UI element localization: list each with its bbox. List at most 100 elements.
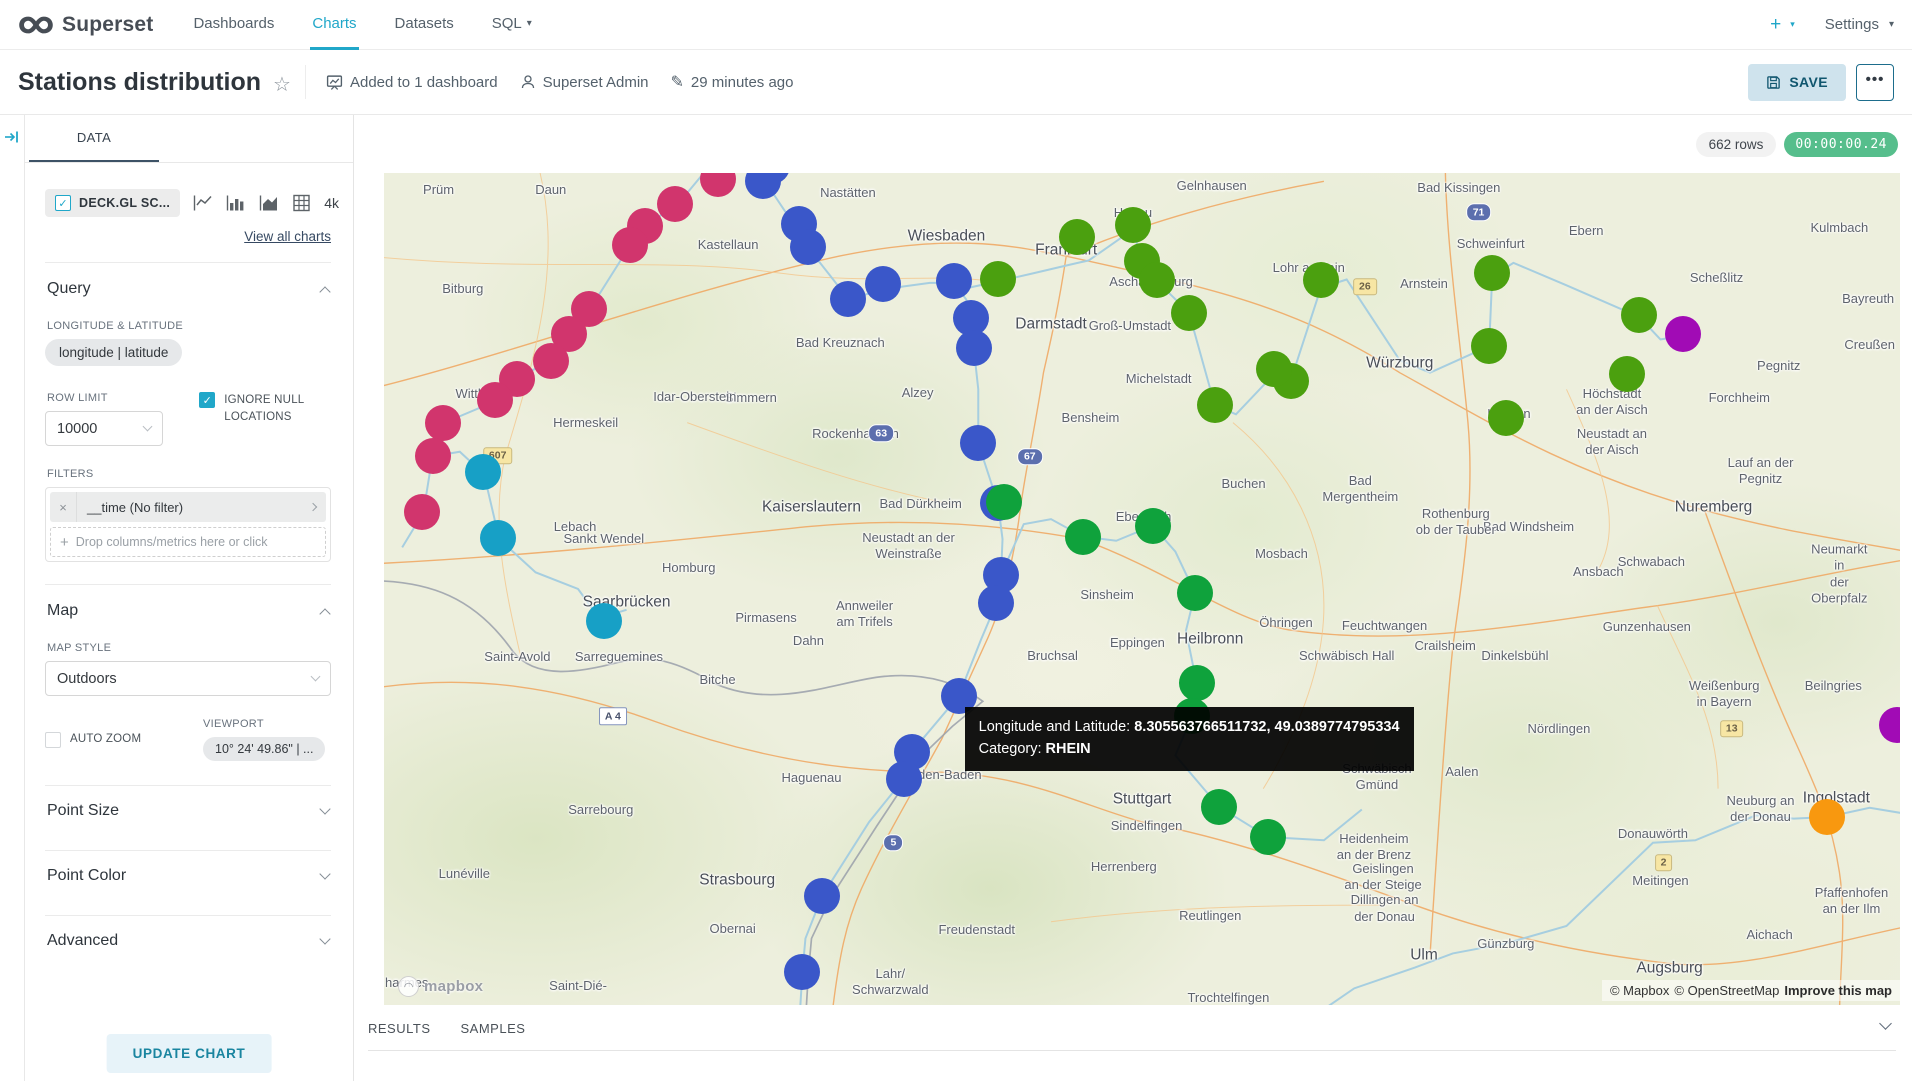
mapbox-logo[interactable]: ◠ mapbox [398,976,483,997]
improve-map-link[interactable]: Improve this map [1784,983,1892,998]
section-point-color-header[interactable]: Point Color [45,851,331,901]
update-chart-button[interactable]: UPDATE CHART [107,1034,272,1073]
map-point-blue[interactable] [960,425,996,461]
viz-4k-option[interactable]: 4k [324,195,339,211]
viz-type-chip[interactable]: ✓ DECK.GL SC... [45,189,180,217]
osm-attribution-link[interactable]: © OpenStreetMap [1674,983,1779,998]
map-point-blue[interactable] [830,281,866,317]
map-point-pink[interactable] [657,186,693,222]
map-point-blue[interactable] [978,585,1014,621]
tab-samples[interactable]: SAMPLES [461,1021,526,1036]
section-advanced-header[interactable]: Advanced [45,916,331,966]
section-map-header[interactable]: Map [45,585,331,620]
map-point-green[interactable] [986,484,1022,520]
map-point-lime[interactable] [1621,297,1657,333]
map-point-blue[interactable] [936,263,972,299]
nav-item-charts[interactable]: Charts [310,0,358,50]
map-point-lime[interactable] [1139,262,1175,298]
map-point-cyan[interactable] [480,520,516,556]
map-point-pink[interactable] [477,382,513,418]
viewport-value-chip[interactable]: 10° 24' 49.86" | ... [203,737,325,761]
area-chart-icon[interactable] [259,194,279,212]
nav-item-sql-label: SQL [492,15,522,32]
map-point-lime[interactable] [1609,356,1645,392]
map-point-blue[interactable] [886,761,922,797]
new-item-button[interactable]: + ▾ [1770,14,1795,36]
map-style-value: Outdoors [57,671,117,687]
control-panel: DATA ✓ DECK.GL SC... [25,115,354,1081]
remove-filter-icon[interactable]: × [50,492,77,522]
pie-chart-icon[interactable] [352,194,353,213]
filter-chip-time[interactable]: × __time (No filter) [50,492,326,522]
nav-item-dashboards[interactable]: Dashboards [191,0,276,50]
table-icon[interactable] [292,194,311,212]
row-limit-select[interactable]: 10000 [45,411,163,446]
map-style-select[interactable]: Outdoors [45,661,331,696]
section-point-size-title: Point Size [47,802,119,820]
map-tooltip: Longitude and Latitude: 8.30556376651173… [965,707,1414,771]
map-point-lime[interactable] [1256,351,1292,387]
section-point-size-header[interactable]: Point Size [45,786,331,836]
expand-panel-icon[interactable] [4,129,20,145]
map-point-lime[interactable] [1474,255,1510,291]
ignore-null-checkbox[interactable]: ✓ [199,392,215,408]
map-point-purple[interactable] [1665,316,1701,352]
map-point-pink[interactable] [612,227,648,263]
collapse-results-chevron[interactable] [1881,1019,1890,1037]
map-point-lime[interactable] [1059,219,1095,255]
bar-chart-icon[interactable] [226,194,246,212]
auto-zoom-checkbox[interactable] [45,732,61,748]
save-button[interactable]: SAVE [1748,64,1846,101]
map-point-cyan[interactable] [586,603,622,639]
control-panel-scroll[interactable]: ✓ DECK.GL SC... [25,163,353,1081]
favorite-star-icon[interactable]: ☆ [273,72,291,97]
viewport-label: VIEWPORT [203,718,325,730]
map-point-pink[interactable] [533,343,569,379]
tab-data[interactable]: DATA [29,115,159,162]
query-timer-badge: 00:00:00.24 [1784,132,1898,157]
viz-type-row: ✓ DECK.GL SC... [45,189,331,217]
pencil-icon: ✎ [671,72,684,92]
mapbox-attribution-link[interactable]: © Mapbox [1610,983,1669,998]
map-point-green[interactable] [1179,665,1215,701]
map-point-green[interactable] [1201,789,1237,825]
map-point-cyan[interactable] [465,454,501,490]
line-chart-icon[interactable] [193,194,213,212]
map-point-lime[interactable] [1115,207,1151,243]
map-point-blue[interactable] [865,266,901,302]
nav-item-sql[interactable]: SQL ▾ [490,0,534,50]
map-point-lime[interactable] [1197,387,1233,423]
section-query-header[interactable]: Query [45,263,331,298]
dashboards-badge[interactable]: Added to 1 dashboard [326,74,498,91]
map-point-green[interactable] [1177,575,1213,611]
map-point-blue[interactable] [804,878,840,914]
chevron-right-icon [309,503,317,511]
last-modified-badge[interactable]: ✎ 29 minutes ago [671,72,794,92]
superset-logo[interactable]: Superset [18,12,153,38]
settings-menu[interactable]: Settings ▾ [1825,16,1894,33]
map-point-orange[interactable] [1809,799,1845,835]
tab-results[interactable]: RESULTS [368,1021,431,1036]
map-point-green[interactable] [1135,508,1171,544]
map-point-pink[interactable] [425,405,461,441]
lonlat-label: LONGITUDE & LATITUDE [47,320,331,332]
map-point-pink[interactable] [415,438,451,474]
map-point-blue[interactable] [784,954,820,990]
map-point-lime[interactable] [1303,262,1339,298]
map-point-lime[interactable] [1488,400,1524,436]
lonlat-value-chip[interactable]: longitude | latitude [45,339,182,366]
map-point-green[interactable] [1250,819,1286,855]
map-point-pink[interactable] [404,494,440,530]
map-point-lime[interactable] [1171,295,1207,331]
map-point-green[interactable] [1065,519,1101,555]
map-point-lime[interactable] [980,261,1016,297]
more-options-button[interactable]: ••• [1856,64,1894,101]
map-point-lime[interactable] [1471,328,1507,364]
tooltip-lonlat-value: 8.305563766511732, 49.0389774795334 [1134,719,1399,735]
map-point-blue[interactable] [790,229,826,265]
deckgl-scatter-map[interactable]: PrümDaunNastättenGelnhausenBad Kissingen… [384,173,1900,1005]
map-point-blue[interactable] [956,330,992,366]
nav-item-datasets[interactable]: Datasets [393,0,456,50]
filters-drop-zone[interactable]: + Drop columns/metrics here or click [50,527,326,557]
view-all-charts-link[interactable]: View all charts [45,229,331,244]
